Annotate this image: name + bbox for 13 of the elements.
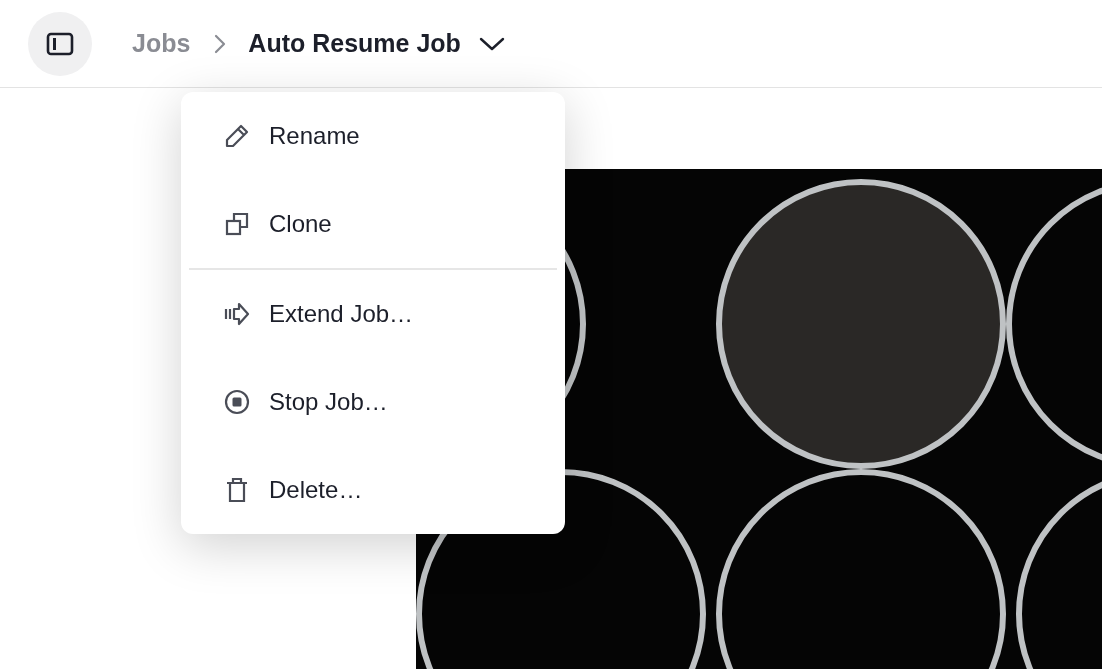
menu-item[interactable]: Delete… xyxy=(181,446,565,534)
chevron-down-icon xyxy=(478,35,505,52)
pencil-icon xyxy=(223,122,251,150)
menu-item[interactable]: Rename xyxy=(181,92,565,180)
menu-item[interactable]: Clone xyxy=(181,180,565,268)
stop-circle-icon xyxy=(223,388,251,416)
sidebar-icon xyxy=(46,31,74,56)
copy-icon xyxy=(223,210,251,238)
menu-item[interactable]: Stop Job… xyxy=(181,358,565,446)
menu-item[interactable]: Extend Job… xyxy=(181,270,565,358)
arrow-right-icon xyxy=(223,300,251,328)
job-title-dropdown[interactable]: Auto Resume Job xyxy=(248,29,505,58)
chevron-right-icon xyxy=(214,33,227,54)
